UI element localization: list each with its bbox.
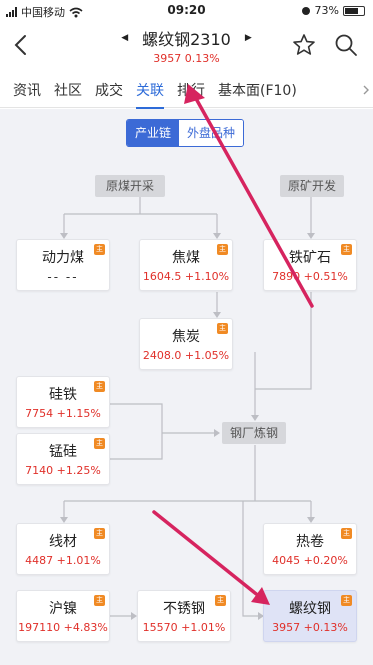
star-icon[interactable] <box>291 32 317 58</box>
node-nickel[interactable]: 主 沪镍 197110 +4.83% <box>16 590 110 642</box>
tab-ranking[interactable]: 排行 <box>164 80 205 100</box>
page-title: 螺纹钢2310 <box>142 30 231 49</box>
main-contract-badge: 主 <box>94 438 105 449</box>
node-value: -- -- <box>47 270 79 284</box>
node-rebar[interactable]: 主 螺纹钢 3957 +0.13% <box>263 590 357 642</box>
node-value: 1604.5 +1.10% <box>142 270 230 283</box>
node-value: 15570 +1.01% <box>142 621 226 634</box>
battery-fill <box>345 7 359 14</box>
node-value: 4487 +1.01% <box>25 554 101 567</box>
node-value: 197110 +4.83% <box>18 621 108 634</box>
tab-related[interactable]: 关联 <box>123 80 164 109</box>
node-value: 3957 +0.13% <box>272 621 348 634</box>
main-contract-badge: 主 <box>341 244 352 255</box>
node-value: 2408.0 +1.05% <box>142 349 230 362</box>
main-contract-badge: 主 <box>94 595 105 606</box>
search-icon[interactable] <box>333 32 359 58</box>
node-iron-ore[interactable]: 主 铁矿石 7890 +0.51% <box>263 239 357 291</box>
tab-fundamentals[interactable]: 基本面(F10) <box>205 80 297 100</box>
more-tabs-icon[interactable] <box>362 84 370 96</box>
battery-percent: 73% <box>314 4 339 17</box>
status-bar: 中国移动 09:20 73% <box>0 0 373 22</box>
node-ferrosilicon[interactable]: 主 硅铁 7754 +1.15% <box>16 376 110 428</box>
node-stainless-steel[interactable]: 主 不锈钢 15570 +1.01% <box>137 590 231 642</box>
main-contract-badge: 主 <box>94 528 105 539</box>
node-value: 7890 +0.51% <box>272 270 348 283</box>
main-contract-badge: 主 <box>341 595 352 606</box>
group-coal-mining: 原煤开采 <box>95 175 165 197</box>
node-silicomanganese[interactable]: 主 锰硅 7140 +1.25% <box>16 433 110 485</box>
main-contract-badge: 主 <box>94 381 105 392</box>
node-value: 7140 +1.25% <box>25 464 101 477</box>
title-bar: ◀ 螺纹钢2310 ▶ 3957 0.13% <box>0 22 373 72</box>
main-contract-badge: 主 <box>217 244 228 255</box>
group-steel-mill: 钢厂炼钢 <box>222 422 286 444</box>
node-coking-coal[interactable]: 主 焦煤 1604.5 +1.10% <box>139 239 233 291</box>
node-wire-rod[interactable]: 主 线材 4487 +1.01% <box>16 523 110 575</box>
price-subtitle: 3957 0.13% <box>153 52 220 65</box>
industry-chain-panel: 产业链 外盘品种 原煤开采 原矿开发 钢厂炼钢 主 动力煤 -- -- 主 焦煤… <box>0 109 373 665</box>
node-hot-coil[interactable]: 主 热卷 4045 +0.20% <box>263 523 357 575</box>
main-contract-badge: 主 <box>215 595 226 606</box>
prev-triangle-icon[interactable]: ◀ <box>121 33 128 43</box>
tab-trades[interactable]: 成交 <box>82 80 123 100</box>
node-coke[interactable]: 主 焦炭 2408.0 +1.05% <box>139 318 233 370</box>
main-contract-badge: 主 <box>341 528 352 539</box>
alarm-icon <box>301 6 310 15</box>
tab-community[interactable]: 社区 <box>41 80 82 100</box>
title-block: ◀ 螺纹钢2310 ▶ 3957 0.13% <box>0 26 373 65</box>
tab-news[interactable]: 资讯 <box>0 80 41 100</box>
main-contract-badge: 主 <box>94 244 105 255</box>
tab-bar: 资讯 社区 成交 关联 排行 基本面(F10) <box>0 72 373 109</box>
node-power-coal[interactable]: 主 动力煤 -- -- <box>16 239 110 291</box>
group-ore-mining: 原矿开发 <box>280 175 344 197</box>
status-right: 73% <box>301 4 365 17</box>
next-triangle-icon[interactable]: ▶ <box>245 33 252 43</box>
battery-icon <box>343 5 365 16</box>
main-contract-badge: 主 <box>217 323 228 334</box>
node-value: 7754 +1.15% <box>25 407 101 420</box>
node-value: 4045 +0.20% <box>272 554 348 567</box>
